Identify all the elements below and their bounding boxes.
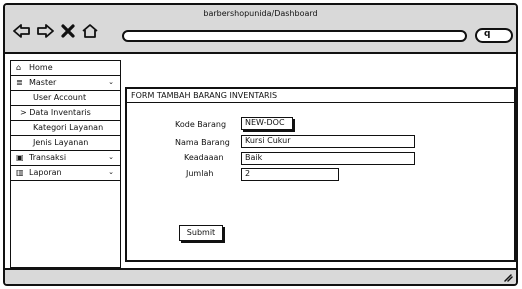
sidebar: ⌂ Home ≣ Master ⌄ User Account > Data Inve… [10,60,121,268]
chevron-right-icon: > [20,108,27,117]
url-bar[interactable] [122,30,467,42]
nama-barang-label: Nama Barang [175,138,230,147]
resize-grip-icon[interactable] [503,272,513,282]
sidebar-item-label: Home [29,63,53,72]
home-icon: ⌂ [16,63,22,72]
sidebar-item-label: Data Inventaris [29,108,91,117]
sidebar-item-label: Kategori Layanan [33,123,104,132]
sidebar-item-kategori-layanan[interactable]: Kategori Layanan [11,121,120,136]
sidebar-item-label: Master [29,78,57,87]
nama-barang-field[interactable]: Kursi Cukur [241,135,415,148]
submit-button[interactable]: Submit [179,225,223,241]
chart-icon: ▥ [16,168,24,177]
sidebar-item-label: Jenis Layanan [33,138,89,147]
kode-barang-field[interactable]: NEW-DOC [241,117,293,130]
sidebar-item-data-inventaris[interactable]: > Data Inventaris [11,106,120,121]
search-button[interactable]: q [475,28,513,43]
sidebar-item-label: Transaksi [29,153,67,162]
sidebar-item-master[interactable]: ≣ Master ⌄ [11,76,120,91]
keadaan-field[interactable]: Baik [241,152,415,165]
window-title: barbershopunida/Dashboard [203,9,318,18]
kode-barang-label: Kode Barang [175,120,227,129]
browser-toolbar: barbershopunida/Dashboard q [5,5,516,54]
money-icon: ▣ [16,153,24,162]
chevron-down-icon: ⌄ [108,168,114,176]
sidebar-item-laporan[interactable]: ▥ Laporan ⌄ [11,166,120,181]
form-title: FORM TAMBAH BARANG INVENTARIS [127,89,514,103]
sidebar-item-user-account[interactable]: User Account [11,91,120,106]
browser-window: barbershopunida/Dashboard q ⌂ Home ≣ Maste… [3,3,518,286]
sidebar-item-jenis-layanan[interactable]: Jenis Layanan [11,136,120,151]
sidebar-item-transaksi[interactable]: ▣ Transaksi ⌄ [11,151,120,166]
sidebar-item-home[interactable]: ⌂ Home [11,61,120,76]
sidebar-item-label: User Account [33,93,87,102]
close-icon[interactable] [59,23,77,39]
forward-arrow-icon[interactable] [36,23,54,39]
chevron-down-icon: ⌄ [108,78,114,86]
sidebar-item-label: Laporan [29,168,62,177]
database-icon: ≣ [16,78,23,87]
jumlah-field[interactable]: 2 [241,168,339,181]
jumlah-label: Jumlah [186,169,214,178]
chevron-down-icon: ⌄ [108,153,114,161]
back-arrow-icon[interactable] [13,23,31,39]
home-icon[interactable] [81,23,99,39]
search-icon: q [484,29,491,39]
form-panel: FORM TAMBAH BARANG INVENTARIS Kode Baran… [125,87,516,262]
status-bar [5,268,516,284]
keadaan-label: Keadaaan [184,153,224,162]
